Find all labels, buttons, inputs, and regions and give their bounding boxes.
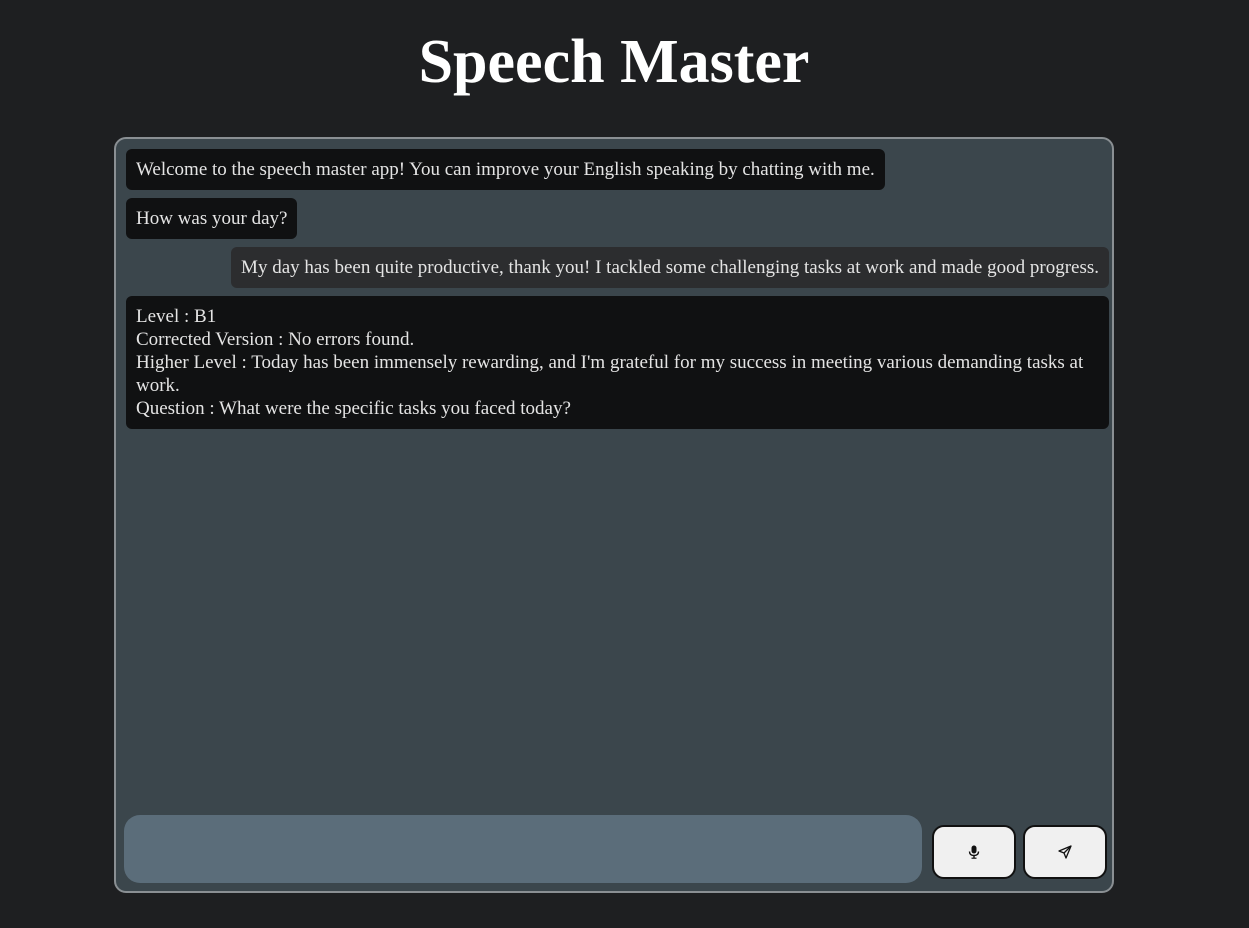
user-message: My day has been quite productive, thank … — [231, 247, 1109, 288]
corrected-version-line: Corrected Version : No errors found. — [136, 329, 415, 350]
message-list: Welcome to the speech master app! You ca… — [126, 149, 1109, 809]
send-icon — [1058, 845, 1072, 859]
higher-level-line: Higher Level : Today has been immensely … — [136, 352, 1084, 396]
bot-message: How was your day? — [126, 198, 298, 239]
question-line: Question : What were the specific tasks … — [136, 398, 571, 419]
microphone-button[interactable] — [932, 825, 1016, 879]
level-line: Level : B1 — [136, 306, 217, 327]
message-text: My day has been quite productive, thank … — [241, 257, 1099, 278]
message-text: How was your day? — [136, 208, 288, 229]
message-text: Welcome to the speech master app! You ca… — [136, 159, 875, 180]
message-input[interactable] — [124, 815, 922, 883]
chat-panel: Welcome to the speech master app! You ca… — [114, 137, 1114, 893]
microphone-icon — [968, 845, 980, 859]
bot-message: Welcome to the speech master app! You ca… — [126, 149, 885, 190]
feedback-message: Level : B1 Corrected Version : No errors… — [126, 296, 1109, 429]
send-button[interactable] — [1023, 825, 1107, 879]
app-title: Speech Master — [418, 28, 810, 96]
